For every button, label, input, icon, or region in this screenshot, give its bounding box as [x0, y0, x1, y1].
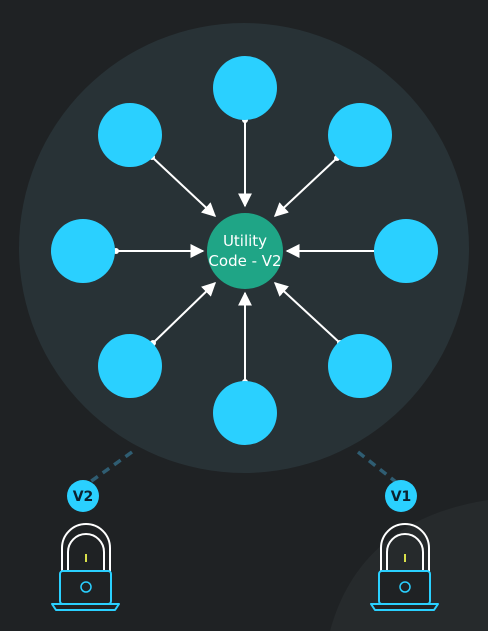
laptop-icon-right: [370, 570, 439, 611]
center-node: [207, 213, 283, 289]
satellite-node-sw: [98, 334, 162, 398]
satellite-node-n: [213, 56, 277, 120]
diagram-stage: Utility Code - V2 V2 V1: [0, 0, 488, 631]
dashed-connector-left: [88, 450, 134, 484]
center-node-label-line2: Code - V2: [208, 252, 281, 270]
dashed-connector-right: [356, 450, 398, 484]
version-badge-right-label: V1: [391, 489, 412, 505]
satellite-node-e: [374, 219, 438, 283]
background-sweep: [330, 500, 488, 631]
satellite-node-w: [51, 219, 115, 283]
satellite-node-se: [328, 334, 392, 398]
user-left: V2: [51, 480, 120, 611]
satellite-node-s: [213, 381, 277, 445]
satellite-node-nw: [98, 103, 162, 167]
satellite-node-ne: [328, 103, 392, 167]
person-icon-left: [61, 523, 111, 572]
center-node-label-line1: Utility: [223, 232, 267, 250]
laptop-icon-left: [51, 570, 120, 611]
diagram-canvas: Utility Code - V2 V2 V1: [19, 23, 488, 631]
version-badge-left-label: V2: [73, 489, 94, 505]
